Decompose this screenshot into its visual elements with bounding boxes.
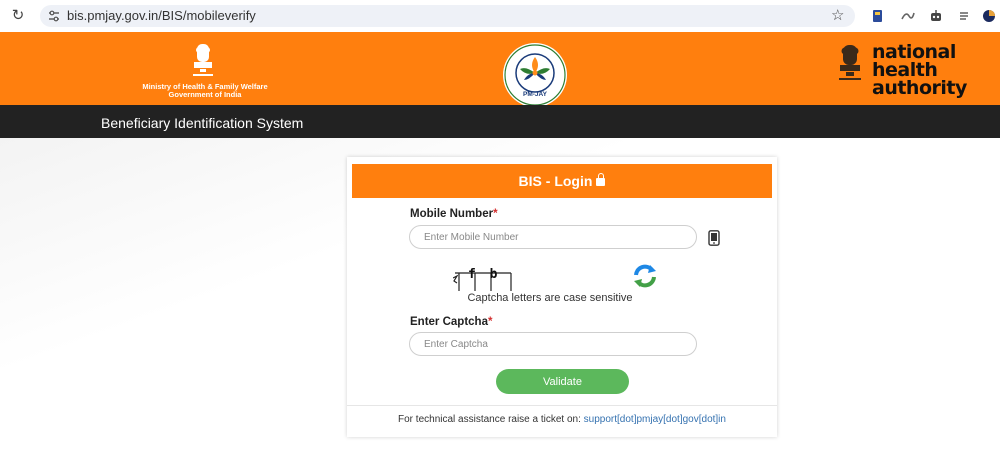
assist-text: For technical assistance raise a ticket … xyxy=(398,414,584,425)
system-title: Beneficiary Identification System xyxy=(101,115,304,131)
extension-icon[interactable] xyxy=(870,8,886,24)
divider xyxy=(347,405,777,406)
login-card: BIS - Login Mobile Number* f b Captcha l… xyxy=(347,157,777,437)
captcha-label-text: Enter Captcha xyxy=(410,316,488,328)
extension-icon[interactable] xyxy=(900,8,916,24)
bookmark-star-icon[interactable]: ☆ xyxy=(831,7,844,25)
browser-toolbar: ↻ bis.pmjay.gov.in/BIS/mobileverify ☆ xyxy=(0,0,1000,32)
login-heading: BIS - Login xyxy=(518,173,593,189)
captcha-note: Captcha letters are case sensitive xyxy=(467,292,633,304)
url-text[interactable]: bis.pmjay.gov.in/BIS/mobileverify xyxy=(67,9,256,23)
ministry-name: Ministry of Health & Family Welfare Gove… xyxy=(132,83,278,99)
captcha-input[interactable] xyxy=(409,332,697,356)
reload-icon[interactable]: ↻ xyxy=(9,7,27,25)
captcha-label: Enter Captcha* xyxy=(410,316,492,328)
required-marker: * xyxy=(493,208,498,220)
nha-line3: authority xyxy=(872,77,967,99)
menu-list-icon[interactable] xyxy=(956,8,972,24)
national-emblem-icon xyxy=(193,44,213,76)
profile-icon[interactable] xyxy=(981,8,997,24)
site-info-icon[interactable] xyxy=(47,9,61,23)
ministry-line2: Government of India xyxy=(168,90,242,99)
site-header: Ministry of Health & Family Welfare Gove… xyxy=(0,32,1000,107)
pmjay-logo xyxy=(503,43,567,107)
support-link[interactable]: support[dot]pmjay[dot]gov[dot]in xyxy=(584,414,726,425)
login-card-header: BIS - Login xyxy=(352,164,772,198)
title-bar: Beneficiary Identification System xyxy=(0,105,1000,138)
nha-wordmark: national health authority xyxy=(872,43,967,99)
mobile-number-input[interactable] xyxy=(409,225,697,249)
extension-icon[interactable] xyxy=(928,8,944,24)
mobile-number-label: Mobile Number* xyxy=(410,208,498,220)
pmjay-label: PM-JAY xyxy=(523,91,547,98)
required-marker: * xyxy=(487,316,493,328)
lock-icon xyxy=(596,173,606,186)
validate-button[interactable]: Validate xyxy=(496,369,629,394)
refresh-captcha-icon[interactable] xyxy=(631,262,659,290)
technical-assistance: For technical assistance raise a ticket … xyxy=(347,414,777,425)
captcha-text: f b xyxy=(468,267,501,282)
mobile-phone-icon xyxy=(708,230,720,246)
mobile-label-text: Mobile Number xyxy=(410,208,494,220)
nha-emblem-icon xyxy=(839,45,861,80)
